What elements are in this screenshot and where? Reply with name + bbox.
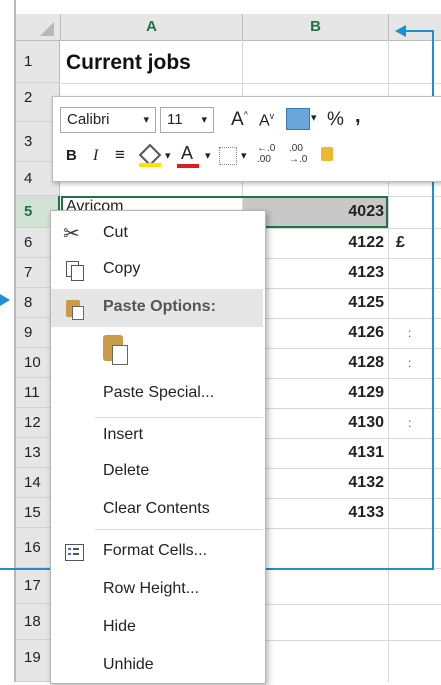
callout-left-arrow-icon	[0, 294, 10, 306]
cell-b6[interactable]: 4122	[300, 234, 384, 252]
menu-item-insert[interactable]: Insert	[51, 417, 263, 455]
comma-button[interactable]: ,	[355, 105, 361, 128]
menu-item-hide[interactable]: Hide	[51, 609, 263, 647]
insert-label: Insert	[103, 426, 144, 443]
row-height-label: Row Height...	[103, 580, 200, 597]
column-header-a[interactable]: A	[61, 14, 243, 41]
cell-b13[interactable]: 4131	[300, 444, 384, 462]
grow-font-button[interactable]: A^	[231, 109, 248, 131]
cell-a5[interactable]: Avricom	[66, 198, 124, 210]
italic-button[interactable]: I	[93, 147, 98, 165]
font-name-combo[interactable]: Calibri ▾	[60, 107, 156, 133]
increase-decimal-button[interactable]: ←.0 .00	[257, 143, 283, 165]
column-a-label: A	[146, 18, 157, 35]
column-header-b[interactable]: B	[243, 14, 389, 41]
font-size-value: 11	[167, 111, 183, 128]
paste-option-button[interactable]	[101, 333, 131, 369]
cell-b11[interactable]: 4129	[300, 384, 384, 402]
styles-dropdown-icon[interactable]: ▾	[311, 111, 317, 124]
fill-dropdown-icon[interactable]: ▾	[165, 149, 171, 162]
cell-styles-icon[interactable]	[286, 108, 310, 130]
bold-button[interactable]: B	[66, 147, 77, 164]
cell-b10[interactable]: 4128	[300, 354, 384, 372]
font-size-combo[interactable]: 11 ▾	[160, 107, 214, 133]
cell-c12-partial: :	[408, 416, 412, 430]
cell-b12[interactable]: 4130	[300, 414, 384, 432]
menu-item-row-height[interactable]: Row Height...	[51, 571, 263, 609]
cell-a1-title[interactable]: Current jobs	[66, 51, 191, 75]
column-b-label: B	[310, 18, 321, 35]
font-color-swatch	[177, 164, 199, 168]
cut-label: Cut	[103, 224, 128, 241]
font-color-letter: A	[181, 143, 194, 163]
format-cells-icon	[63, 541, 85, 563]
borders-icon[interactable]	[219, 147, 237, 165]
cell-b7[interactable]: 4123	[300, 264, 384, 282]
menu-item-clear-contents[interactable]: Clear Contents	[51, 491, 263, 529]
cell-b14[interactable]: 4132	[300, 474, 384, 492]
font-color-dropdown-icon[interactable]: ▾	[205, 149, 211, 162]
shrink-font-button[interactable]: Av	[259, 111, 274, 130]
cell-b8[interactable]: 4125	[300, 294, 384, 312]
menu-item-paste-special[interactable]: Paste Special...	[51, 375, 263, 413]
copy-label: Copy	[103, 260, 141, 277]
unhide-label: Unhide	[103, 656, 154, 673]
delete-label: Delete	[103, 462, 150, 479]
scissors-icon: ✂	[63, 223, 80, 245]
format-cells-label: Format Cells...	[103, 542, 208, 559]
copy-icon	[63, 259, 85, 281]
menu-item-paste-options: Paste Options:	[51, 289, 263, 327]
fill-color-swatch	[139, 163, 161, 167]
size-dropdown-icon[interactable]: ▾	[201, 108, 207, 132]
menu-item-format-cells[interactable]: Format Cells...	[51, 533, 263, 571]
menu-item-copy[interactable]: Copy	[51, 251, 263, 289]
cell-b9[interactable]: 4126	[300, 324, 384, 342]
clear-contents-label: Clear Contents	[103, 500, 210, 517]
font-name-value: Calibri	[67, 111, 110, 128]
callout-line-top	[404, 30, 434, 32]
paste-icon	[63, 297, 85, 320]
callout-arrow-icon	[395, 25, 406, 37]
menu-separator	[95, 529, 263, 530]
format-painter-icon[interactable]	[321, 147, 333, 161]
paste-special-label: Paste Special...	[103, 384, 215, 401]
cell-c9-partial: :	[408, 326, 412, 340]
borders-dropdown-icon[interactable]: ▾	[241, 149, 247, 162]
menu-item-unhide[interactable]: Unhide	[51, 647, 263, 685]
cell-c10-partial: :	[408, 356, 412, 370]
row-header-1[interactable]: 1	[16, 41, 60, 83]
fill-color-button[interactable]	[138, 143, 162, 167]
hide-label: Hide	[103, 618, 136, 635]
select-all-corner[interactable]	[16, 14, 61, 41]
paste-options-label: Paste Options:	[103, 298, 216, 315]
menu-item-cut[interactable]: ✂ Cut	[51, 215, 263, 253]
context-menu: ✂ Cut Copy Paste Options: Paste Special.…	[50, 210, 266, 684]
menu-item-delete[interactable]: Delete	[51, 453, 263, 491]
mini-toolbar: Calibri ▾ 11 ▾ A^ Av ▾ % , B I ≡ ▾ A ▾ ▾…	[52, 96, 441, 182]
paste-page-icon	[112, 345, 128, 365]
cell-b15[interactable]: 4133	[300, 504, 384, 522]
decrease-decimal-button[interactable]: .00 →.0	[289, 143, 315, 165]
gridline-h	[61, 83, 441, 84]
cell-c6[interactable]: £	[396, 234, 405, 252]
font-dropdown-icon[interactable]: ▾	[143, 108, 149, 132]
align-center-icon[interactable]: ≡	[115, 145, 125, 165]
cell-b5[interactable]: 4023	[300, 203, 384, 221]
font-color-button[interactable]: A	[177, 143, 199, 169]
percent-button[interactable]: %	[327, 109, 344, 131]
select-all-triangle-icon	[40, 22, 54, 36]
window-left-edge	[0, 0, 16, 682]
